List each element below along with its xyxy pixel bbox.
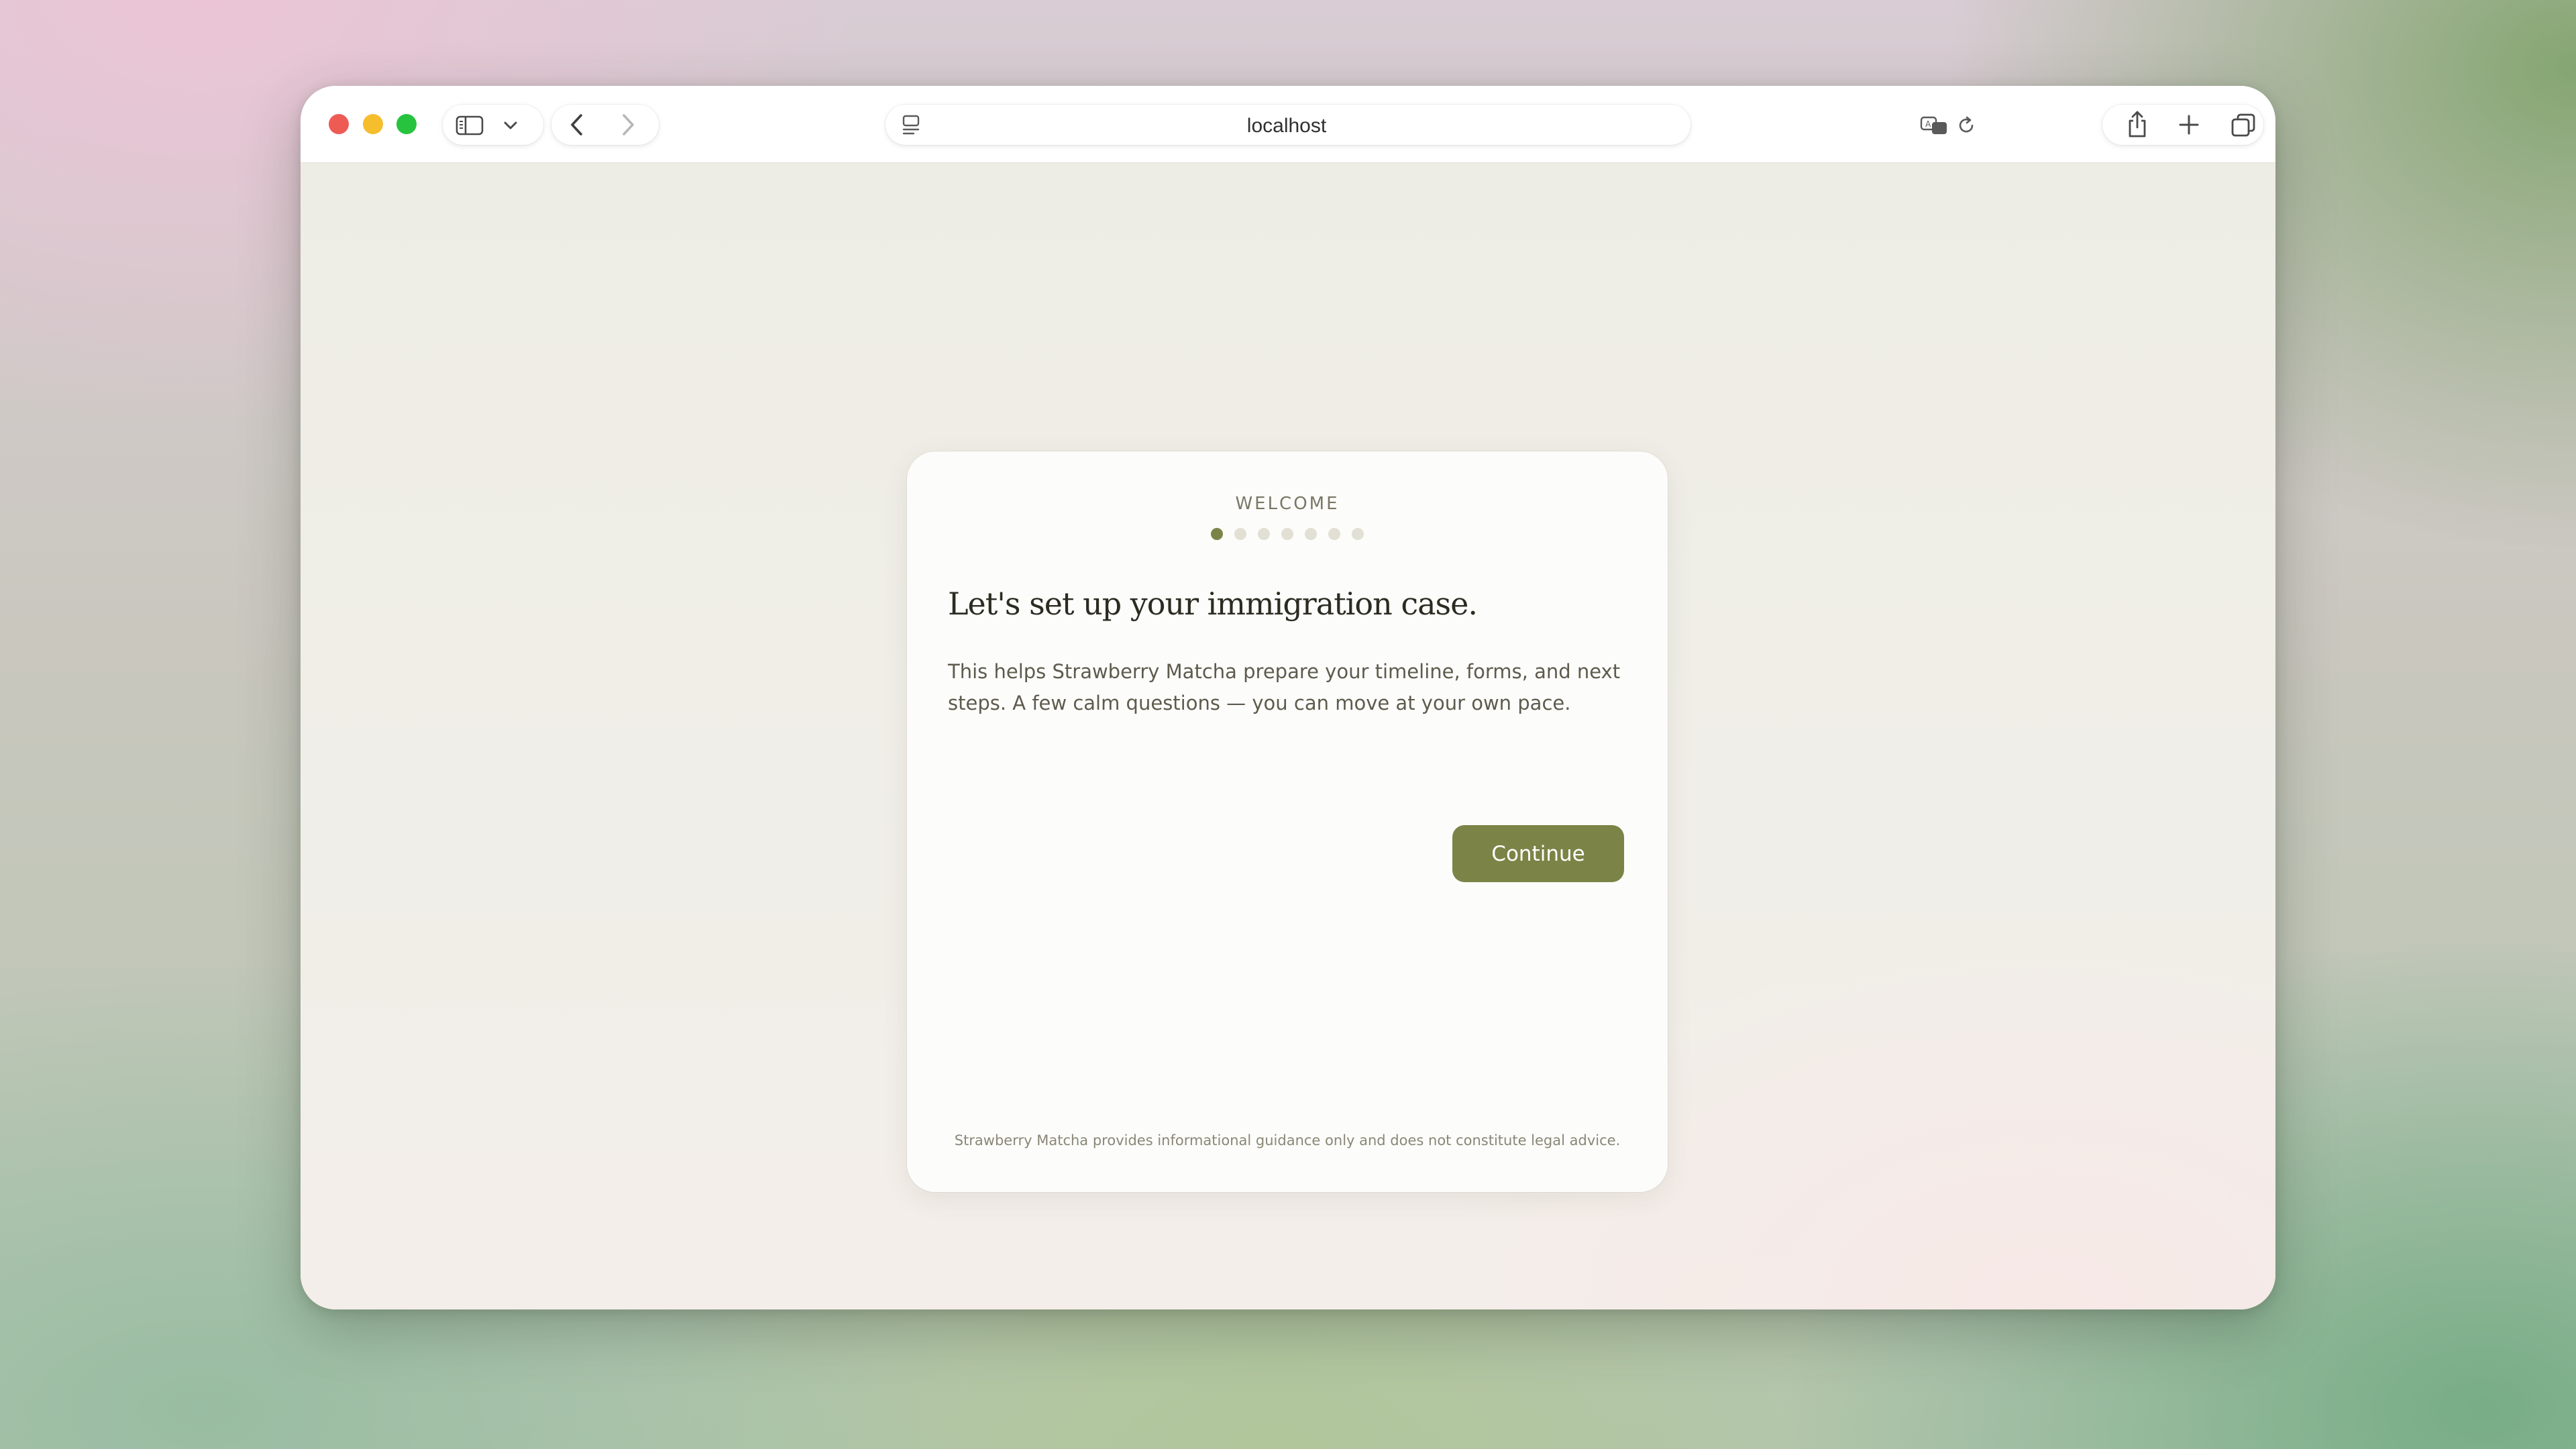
plus-icon[interactable] — [2178, 114, 2200, 136]
step-dot-1 — [1211, 528, 1223, 540]
svg-text:A: A — [1925, 119, 1931, 129]
step-dot-3 — [1258, 528, 1270, 540]
step-dot-6 — [1328, 528, 1340, 540]
browser-window: localhost A WELCOME Let's set up your im… — [301, 86, 2275, 1309]
step-dot-2 — [1234, 528, 1246, 540]
chevron-down-icon[interactable] — [503, 120, 518, 131]
onboarding-card: WELCOME Let's set up your immigration ca… — [907, 451, 1668, 1192]
legal-disclaimer: Strawberry Matcha provides informational… — [954, 1132, 1621, 1148]
forward-button[interactable] — [619, 113, 637, 137]
step-label: WELCOME — [1235, 494, 1340, 514]
step-dot-7 — [1352, 528, 1364, 540]
translate-icon[interactable]: A — [1920, 115, 1948, 136]
minimize-window-button[interactable] — [363, 114, 383, 134]
continue-button[interactable]: Continue — [1452, 825, 1624, 882]
page-content: WELCOME Let's set up your immigration ca… — [301, 163, 2275, 1309]
address-text[interactable]: localhost — [971, 113, 1602, 140]
step-progress-dots — [907, 528, 1668, 540]
step-dot-5 — [1305, 528, 1317, 540]
tabs-overview-icon[interactable] — [2231, 113, 2256, 138]
intro-description: This helps Strawberry Matcha prepare you… — [948, 660, 1621, 714]
zoom-window-button[interactable] — [396, 114, 417, 134]
browser-toolbar: localhost A — [301, 86, 2275, 163]
page-icon[interactable] — [902, 114, 920, 136]
reload-icon[interactable] — [1956, 115, 1976, 136]
step-dot-4 — [1281, 528, 1293, 540]
close-window-button[interactable] — [329, 114, 349, 134]
sidebar-icon[interactable] — [455, 115, 484, 136]
page-title: Let's set up your immigration case. — [948, 586, 1478, 622]
share-icon[interactable] — [2127, 110, 2148, 138]
back-button[interactable] — [568, 113, 586, 137]
